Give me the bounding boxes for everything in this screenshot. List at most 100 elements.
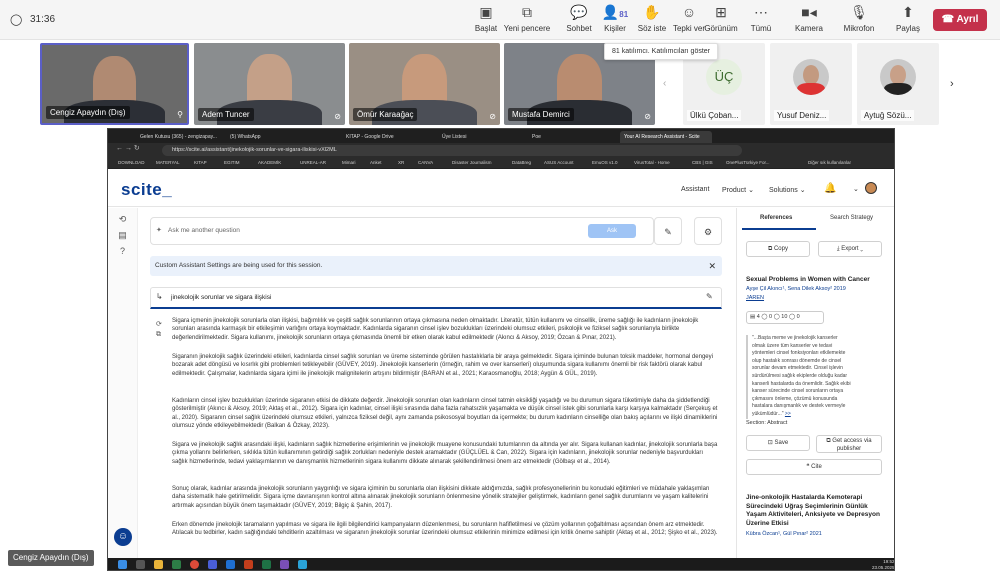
- bookmark[interactable]: AKADEMİK: [258, 160, 281, 165]
- new-window-button[interactable]: ⧉ Yeni pencere: [502, 4, 552, 33]
- browser-tab[interactable]: KITAP - Google Drive: [342, 131, 430, 143]
- word-icon[interactable]: [226, 560, 235, 569]
- reference-title[interactable]: Jine-onkolojik Hastalarda Kemoterapi Sür…: [746, 494, 886, 528]
- browser-tab[interactable]: Gelen Kutusu (365) - zengizapay...: [136, 131, 224, 143]
- answer-paragraph: Kadınların cinsel işlev bozuklukları üze…: [172, 398, 718, 429]
- mic-button[interactable]: 🎙 Mikrofon: [835, 4, 883, 33]
- new-chat-button[interactable]: ✎: [654, 217, 682, 245]
- back-icon[interactable]: ← → ↻: [116, 144, 140, 152]
- prev-icon[interactable]: ‹: [663, 78, 666, 89]
- bookmark[interactable]: EGITIM: [224, 160, 240, 165]
- camera-button[interactable]: ■◂ Kamera: [785, 4, 833, 33]
- avatar[interactable]: [865, 182, 877, 194]
- reference-title[interactable]: Sexual Problems in Women with Cancer: [746, 276, 886, 283]
- app-icon[interactable]: [298, 560, 307, 569]
- export-button[interactable]: ⤓ Export ⌄: [818, 241, 882, 257]
- bookmark[interactable]: EmuOS v1.0: [592, 160, 618, 165]
- bookmark[interactable]: KITAP: [194, 160, 207, 165]
- copy-icon[interactable]: ⧉: [156, 331, 161, 339]
- participant-tile-7[interactable]: Aytuğ Sözü...: [857, 43, 939, 125]
- bookmark[interactable]: UNREAL-AR: [300, 160, 326, 165]
- more-icon: ⋯: [754, 4, 768, 20]
- bookmark[interactable]: OnePlusTürkiye For...: [726, 160, 770, 165]
- teams-top-bar: ◯ 31:36 ▣ Başlat ⧉ Yeni pencere 💬 Sohbet 👤8…: [0, 0, 1000, 40]
- powerpoint-icon[interactable]: [244, 560, 253, 569]
- tab-references[interactable]: References: [760, 215, 792, 221]
- participant-tile-3[interactable]: Ömür Karaağaç ⊘: [349, 43, 500, 125]
- nav-product[interactable]: Product ⌄: [722, 186, 754, 194]
- bookmark[interactable]: Disaster Journalism: [452, 160, 492, 165]
- answer-paragraph: Sigara ve jinekolojik sağlık arasındaki …: [172, 442, 718, 465]
- citation-counts[interactable]: ▤ 4 ◯ 0 ◯ 10 ◯ 0: [746, 311, 824, 324]
- teams-icon[interactable]: [208, 560, 217, 569]
- browser-tab[interactable]: (5) WhatsApp: [226, 131, 314, 143]
- bookmark[interactable]: CANVA: [418, 160, 433, 165]
- participant-name: Mustafa Demirci: [508, 108, 574, 121]
- scite-logo[interactable]: scite_: [121, 180, 172, 200]
- more-link[interactable]: >>: [785, 411, 791, 417]
- bookmark[interactable]: CBS | GIS: [692, 160, 713, 165]
- excel-icon[interactable]: [262, 560, 271, 569]
- get-access-button[interactable]: ⧉ Get access via publisher: [816, 435, 882, 453]
- gear-icon: ⚙: [703, 227, 713, 237]
- pin-icon: ⚲: [177, 110, 183, 119]
- participant-tile-1[interactable]: Cengiz Apaydın (Dış) ⚲: [40, 43, 189, 125]
- left-rail: [108, 208, 138, 570]
- more-button[interactable]: ⋯ Tümü: [737, 4, 785, 33]
- chrome-icon[interactable]: [190, 560, 199, 569]
- reference-authors[interactable]: Kübra Özcan¹, Gül Pınar² 2021: [746, 531, 886, 537]
- next-icon[interactable]: ›: [950, 78, 954, 90]
- bookmark[interactable]: MATERYAL: [156, 160, 180, 165]
- contrast-icon: ◯: [788, 314, 796, 320]
- reference-authors[interactable]: Ayşe Çil Akıncı¹, Sena Dilek Aksoy² 2019: [746, 286, 886, 292]
- save-button[interactable]: ⊡ Save: [746, 435, 810, 451]
- chevron-down-icon[interactable]: ⌄: [853, 185, 859, 193]
- ask-input[interactable]: Ask me another question: [168, 227, 240, 234]
- help-icon[interactable]: ?: [117, 246, 128, 257]
- refresh-icon[interactable]: ⟳: [156, 320, 162, 328]
- folder-icon[interactable]: [154, 560, 163, 569]
- nav-solutions[interactable]: Solutions ⌄: [769, 186, 806, 194]
- search-icon[interactable]: [136, 560, 145, 569]
- phone-icon: ☎: [941, 14, 957, 25]
- app-icon[interactable]: [280, 560, 289, 569]
- app-icon[interactable]: [172, 560, 181, 569]
- copy-button[interactable]: ⧉ Copy: [746, 241, 810, 257]
- bookmark[interactable]: Diğer sık kullanılanlar: [808, 160, 851, 165]
- bookmark[interactable]: VirusTotal - Home: [634, 160, 670, 165]
- share-button[interactable]: ⬆ Paylaş: [884, 4, 932, 33]
- browser-tab-active[interactable]: Your AI Research Assistant - Scite: [620, 131, 712, 143]
- reference-journal[interactable]: JAREN: [746, 295, 764, 301]
- bookmark[interactable]: DOWNLOAD: [118, 160, 145, 165]
- close-icon[interactable]: ✕: [708, 256, 716, 276]
- bookmark[interactable]: DataBreg: [512, 160, 531, 165]
- settings-button[interactable]: ⚙: [694, 217, 722, 245]
- bookmark[interactable]: XR: [398, 160, 404, 165]
- participant-name: Ömür Karaağaç: [353, 108, 418, 121]
- browser-tab[interactable]: Poe: [528, 131, 616, 143]
- notebook-icon[interactable]: ▤: [117, 230, 128, 241]
- url-input[interactable]: https://scite.ai/assistant/jinekolojik-s…: [162, 145, 742, 156]
- bookmark[interactable]: Anket: [370, 160, 382, 165]
- participant-tile-6[interactable]: Yusuf Deniz...: [770, 43, 852, 125]
- participant-name: Cengiz Apaydın (Dış): [46, 106, 130, 119]
- history-icon[interactable]: ⟲: [117, 214, 128, 225]
- tab-search-strategy[interactable]: Search Strategy: [830, 215, 873, 221]
- start-icon[interactable]: [118, 560, 127, 569]
- accessibility-icon[interactable]: ☺: [114, 528, 132, 546]
- participant-tile-2[interactable]: Adem Tuncer ⊘: [194, 43, 345, 125]
- avatar: [880, 59, 916, 95]
- camera-icon: ■◂: [801, 4, 817, 20]
- cite-button[interactable]: ❝ Cite: [746, 459, 882, 475]
- answer-panel: ⟳ ⧉ Sigara içmenin jinekolojik sorunlarl…: [150, 317, 722, 570]
- sparkle-icon: ✦: [156, 227, 162, 234]
- nav-assistant[interactable]: Assistant: [681, 186, 709, 193]
- leave-button[interactable]: ☎ Ayrıl: [933, 9, 987, 31]
- browser-tab[interactable]: Üye Listesi: [438, 131, 526, 143]
- edit-icon[interactable]: ✎: [706, 292, 713, 301]
- bookmark[interactable]: ASUS Account: [544, 160, 574, 165]
- bookmark[interactable]: Mimari: [342, 160, 356, 165]
- ask-button[interactable]: Ask: [588, 224, 636, 238]
- bell-icon[interactable]: 🔔: [824, 183, 836, 194]
- new-window-icon: ⧉: [522, 4, 532, 20]
